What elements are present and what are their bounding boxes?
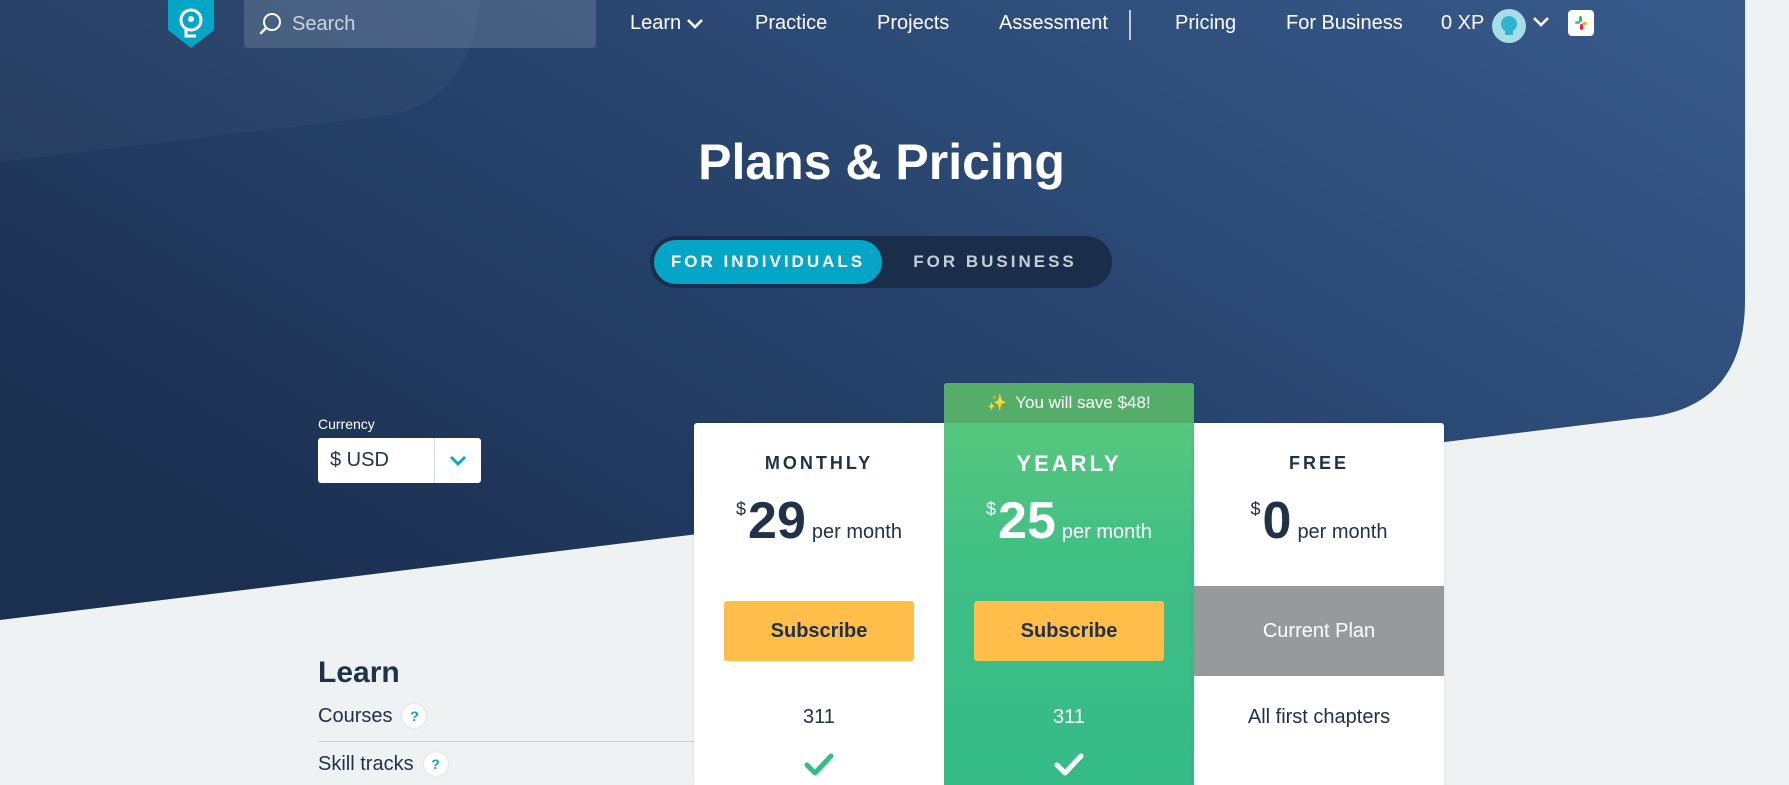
currency-symbol: $ xyxy=(1250,499,1261,519)
tab-for-business[interactable]: FOR BUSINESS xyxy=(882,240,1108,284)
plan-name: FREE xyxy=(1288,453,1349,473)
savings-text: You will save $48! xyxy=(1015,393,1151,412)
avatar-icon[interactable] xyxy=(1492,9,1526,43)
plan-card-free: FREE $ 0 per month Current Plan All firs… xyxy=(1194,423,1444,785)
price-period: per month xyxy=(811,521,902,543)
plan-card-yearly: ✨ You will save $48! YEARLY $ 25 per mon… xyxy=(944,383,1194,785)
currency-symbol: $ xyxy=(736,499,747,519)
nav-learn-label: Learn xyxy=(630,12,682,34)
user-menu-chevron-icon[interactable] xyxy=(1532,16,1550,28)
price-period: per month xyxy=(1061,521,1152,543)
price-amount: 29 xyxy=(748,492,806,550)
question-icon[interactable]: ? xyxy=(423,752,448,776)
chevron-down-icon xyxy=(687,18,704,29)
feature-label: Skill tracks xyxy=(318,752,414,775)
feature-courses: Courses ? xyxy=(318,704,427,728)
current-plan-button[interactable]: Current Plan xyxy=(1194,586,1444,676)
page-title: Plans & Pricing xyxy=(698,134,1065,190)
nav-for-business[interactable]: For Business xyxy=(1286,12,1403,35)
nav-pricing[interactable]: Pricing xyxy=(1175,12,1236,35)
plan-price: $ 25 per month xyxy=(944,493,1194,549)
feature-label: Courses xyxy=(318,704,393,727)
savings-banner: ✨ You will save $48! xyxy=(944,383,1194,423)
sparkle-icon: ✨ xyxy=(987,395,1008,412)
brain-logo-icon[interactable] xyxy=(168,0,214,48)
audience-toggle: FOR INDIVIDUALS FOR BUSINESS xyxy=(650,236,1112,288)
nav-learn[interactable]: Learn xyxy=(630,12,704,35)
plan-price: $ 29 per month xyxy=(694,493,944,549)
checkmark-icon xyxy=(1054,753,1084,776)
top-navigation: Learn Practice Projects Assessment Prici… xyxy=(0,0,1789,50)
nav-divider xyxy=(1129,10,1131,40)
currency-symbol: $ xyxy=(986,499,997,519)
tab-for-individuals[interactable]: FOR INDIVIDUALS xyxy=(654,240,882,284)
currency-value: $ USD xyxy=(330,449,389,471)
price-amount: 25 xyxy=(998,492,1056,550)
checkmark-icon xyxy=(804,753,834,776)
subscribe-button-yearly[interactable]: Subscribe xyxy=(974,601,1164,661)
section-title-learn: Learn xyxy=(318,656,400,689)
price-amount: 0 xyxy=(1262,492,1292,550)
plan-price: $ 0 per month xyxy=(1194,493,1444,549)
search-input[interactable] xyxy=(290,11,574,37)
courses-count: 311 xyxy=(1053,706,1085,728)
nav-assessment[interactable]: Assessment xyxy=(999,12,1108,35)
chevron-down-icon xyxy=(435,455,481,467)
courses-count: All first chapters xyxy=(1247,706,1391,728)
slack-icon[interactable] xyxy=(1568,10,1594,36)
plan-card-monthly: MONTHLY $ 29 per month Subscribe 311 xyxy=(694,423,944,785)
search-box[interactable] xyxy=(244,0,596,48)
currency-select[interactable]: $ USD xyxy=(318,438,481,483)
feature-skill-tracks: Skill tracks ? xyxy=(318,752,448,776)
nav-practice[interactable]: Practice xyxy=(755,12,827,35)
question-icon[interactable]: ? xyxy=(402,704,427,728)
courses-count: 311 xyxy=(803,706,835,728)
subscribe-button-monthly[interactable]: Subscribe xyxy=(724,601,914,661)
price-period: per month xyxy=(1297,521,1388,543)
currency-label: Currency xyxy=(318,416,375,432)
plan-name: YEARLY xyxy=(1016,451,1122,476)
search-icon xyxy=(259,13,281,35)
xp-counter: 0 XP xyxy=(1441,12,1485,34)
nav-projects[interactable]: Projects xyxy=(877,12,949,35)
plan-name: MONTHLY xyxy=(764,453,874,473)
